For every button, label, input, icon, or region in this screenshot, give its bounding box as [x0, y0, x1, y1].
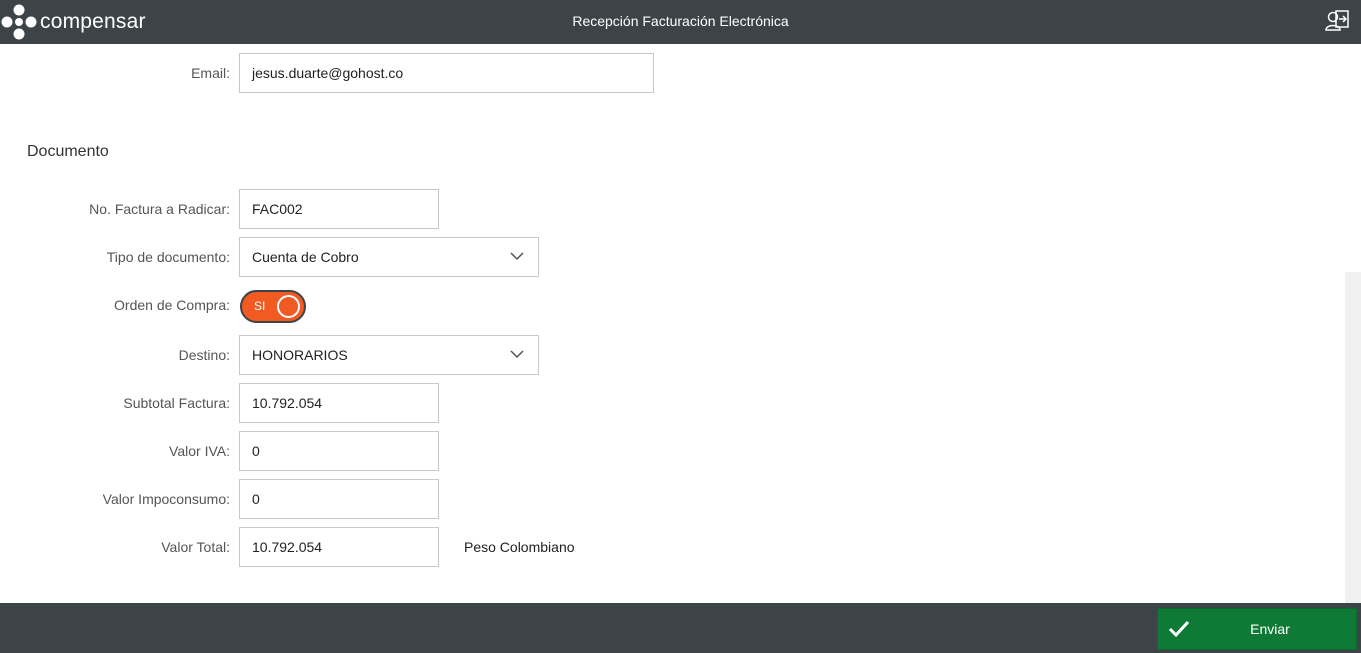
doc-type-value: Cuenta de Cobro [252, 249, 359, 265]
send-button-label: Enviar [1250, 621, 1290, 637]
scrollbar-thumb[interactable] [1345, 272, 1361, 603]
iva-input[interactable]: 0 [239, 431, 439, 471]
page-title: Recepción Facturación Electrónica [572, 13, 789, 29]
destination-select[interactable]: HONORARIOS [239, 335, 539, 375]
invoice-number-input[interactable]: FAC002 [239, 189, 439, 229]
destination-label: Destino: [178, 347, 230, 363]
impoconsumo-row: Valor Impoconsumo: [0, 479, 230, 519]
purchase-order-toggle[interactable]: SI [240, 290, 306, 323]
email-label: Email: [191, 65, 230, 81]
doc-type-label: Tipo de documento: [106, 249, 230, 265]
iva-label: Valor IVA: [169, 443, 230, 459]
toggle-label: SI [254, 299, 266, 313]
action-footer: Enviar [0, 603, 1361, 653]
invoice-number-row: No. Factura a Radicar: [0, 189, 230, 229]
subtotal-label: Subtotal Factura: [123, 395, 230, 411]
purchase-order-label: Orden de Compra: [114, 297, 230, 313]
form-content[interactable]: Email: jesus.duarte@gohost.co Documento … [0, 44, 1345, 603]
total-input[interactable]: 10.792.054 [239, 527, 439, 567]
total-label: Valor Total: [161, 539, 230, 555]
currency-label: Peso Colombiano [464, 539, 575, 555]
send-button[interactable]: Enviar [1157, 608, 1357, 650]
purchase-order-row: Orden de Compra: [0, 285, 230, 325]
chevron-down-icon [510, 252, 524, 261]
doc-type-select[interactable]: Cuenta de Cobro [239, 237, 539, 277]
invoice-number-label: No. Factura a Radicar: [89, 201, 230, 217]
user-exit-icon[interactable] [1324, 9, 1350, 33]
section-title-documento: Documento [27, 143, 109, 160]
total-row: Valor Total: [0, 527, 230, 567]
toggle-knob [277, 295, 300, 318]
destination-row: Destino: [0, 335, 230, 375]
email-field[interactable]: jesus.duarte@gohost.co [239, 53, 654, 93]
subtotal-row: Subtotal Factura: [0, 383, 230, 423]
impoconsumo-label: Valor Impoconsumo: [102, 491, 230, 507]
app-header: compensar Recepción Facturación Electrón… [0, 0, 1361, 44]
email-row: Email: [0, 53, 230, 93]
impoconsumo-input[interactable]: 0 [239, 479, 439, 519]
subtotal-input[interactable]: 10.792.054 [239, 383, 439, 423]
destination-value: HONORARIOS [252, 347, 348, 363]
doc-type-row: Tipo de documento: [0, 237, 230, 277]
chevron-down-icon [510, 350, 524, 359]
iva-row: Valor IVA: [0, 431, 230, 471]
